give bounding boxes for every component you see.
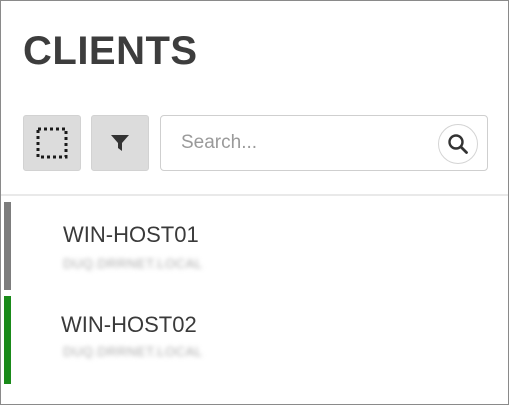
page-title: CLIENTS xyxy=(23,29,198,73)
client-name: WIN-HOST02 xyxy=(61,312,197,337)
select-mode-button[interactable] xyxy=(23,115,81,171)
client-name: WIN-HOST01 xyxy=(63,222,199,247)
status-indicator xyxy=(4,296,11,384)
client-row[interactable]: WIN-HOST01 DUQ.DRRNET.LOCAL xyxy=(1,196,508,290)
magnifier-icon xyxy=(448,134,468,154)
client-domain: DUQ.DRRNET.LOCAL xyxy=(63,344,203,359)
clients-panel: CLIENTS WIN-HOST01 DUQ.DRRNET xyxy=(0,0,509,405)
client-domain: DUQ.DRRNET.LOCAL xyxy=(63,256,203,271)
filter-button[interactable] xyxy=(91,115,149,171)
client-list: WIN-HOST01 DUQ.DRRNET.LOCAL WIN-HOST02 D… xyxy=(1,196,508,384)
search-input[interactable] xyxy=(181,116,431,170)
clients-header: CLIENTS xyxy=(1,1,508,196)
client-row[interactable]: WIN-HOST02 DUQ.DRRNET.LOCAL xyxy=(1,290,508,384)
search-box xyxy=(160,115,488,171)
dotted-square-select-icon xyxy=(36,127,68,159)
status-indicator xyxy=(4,202,11,290)
search-button[interactable] xyxy=(438,124,478,164)
funnel-filter-icon xyxy=(111,135,129,151)
